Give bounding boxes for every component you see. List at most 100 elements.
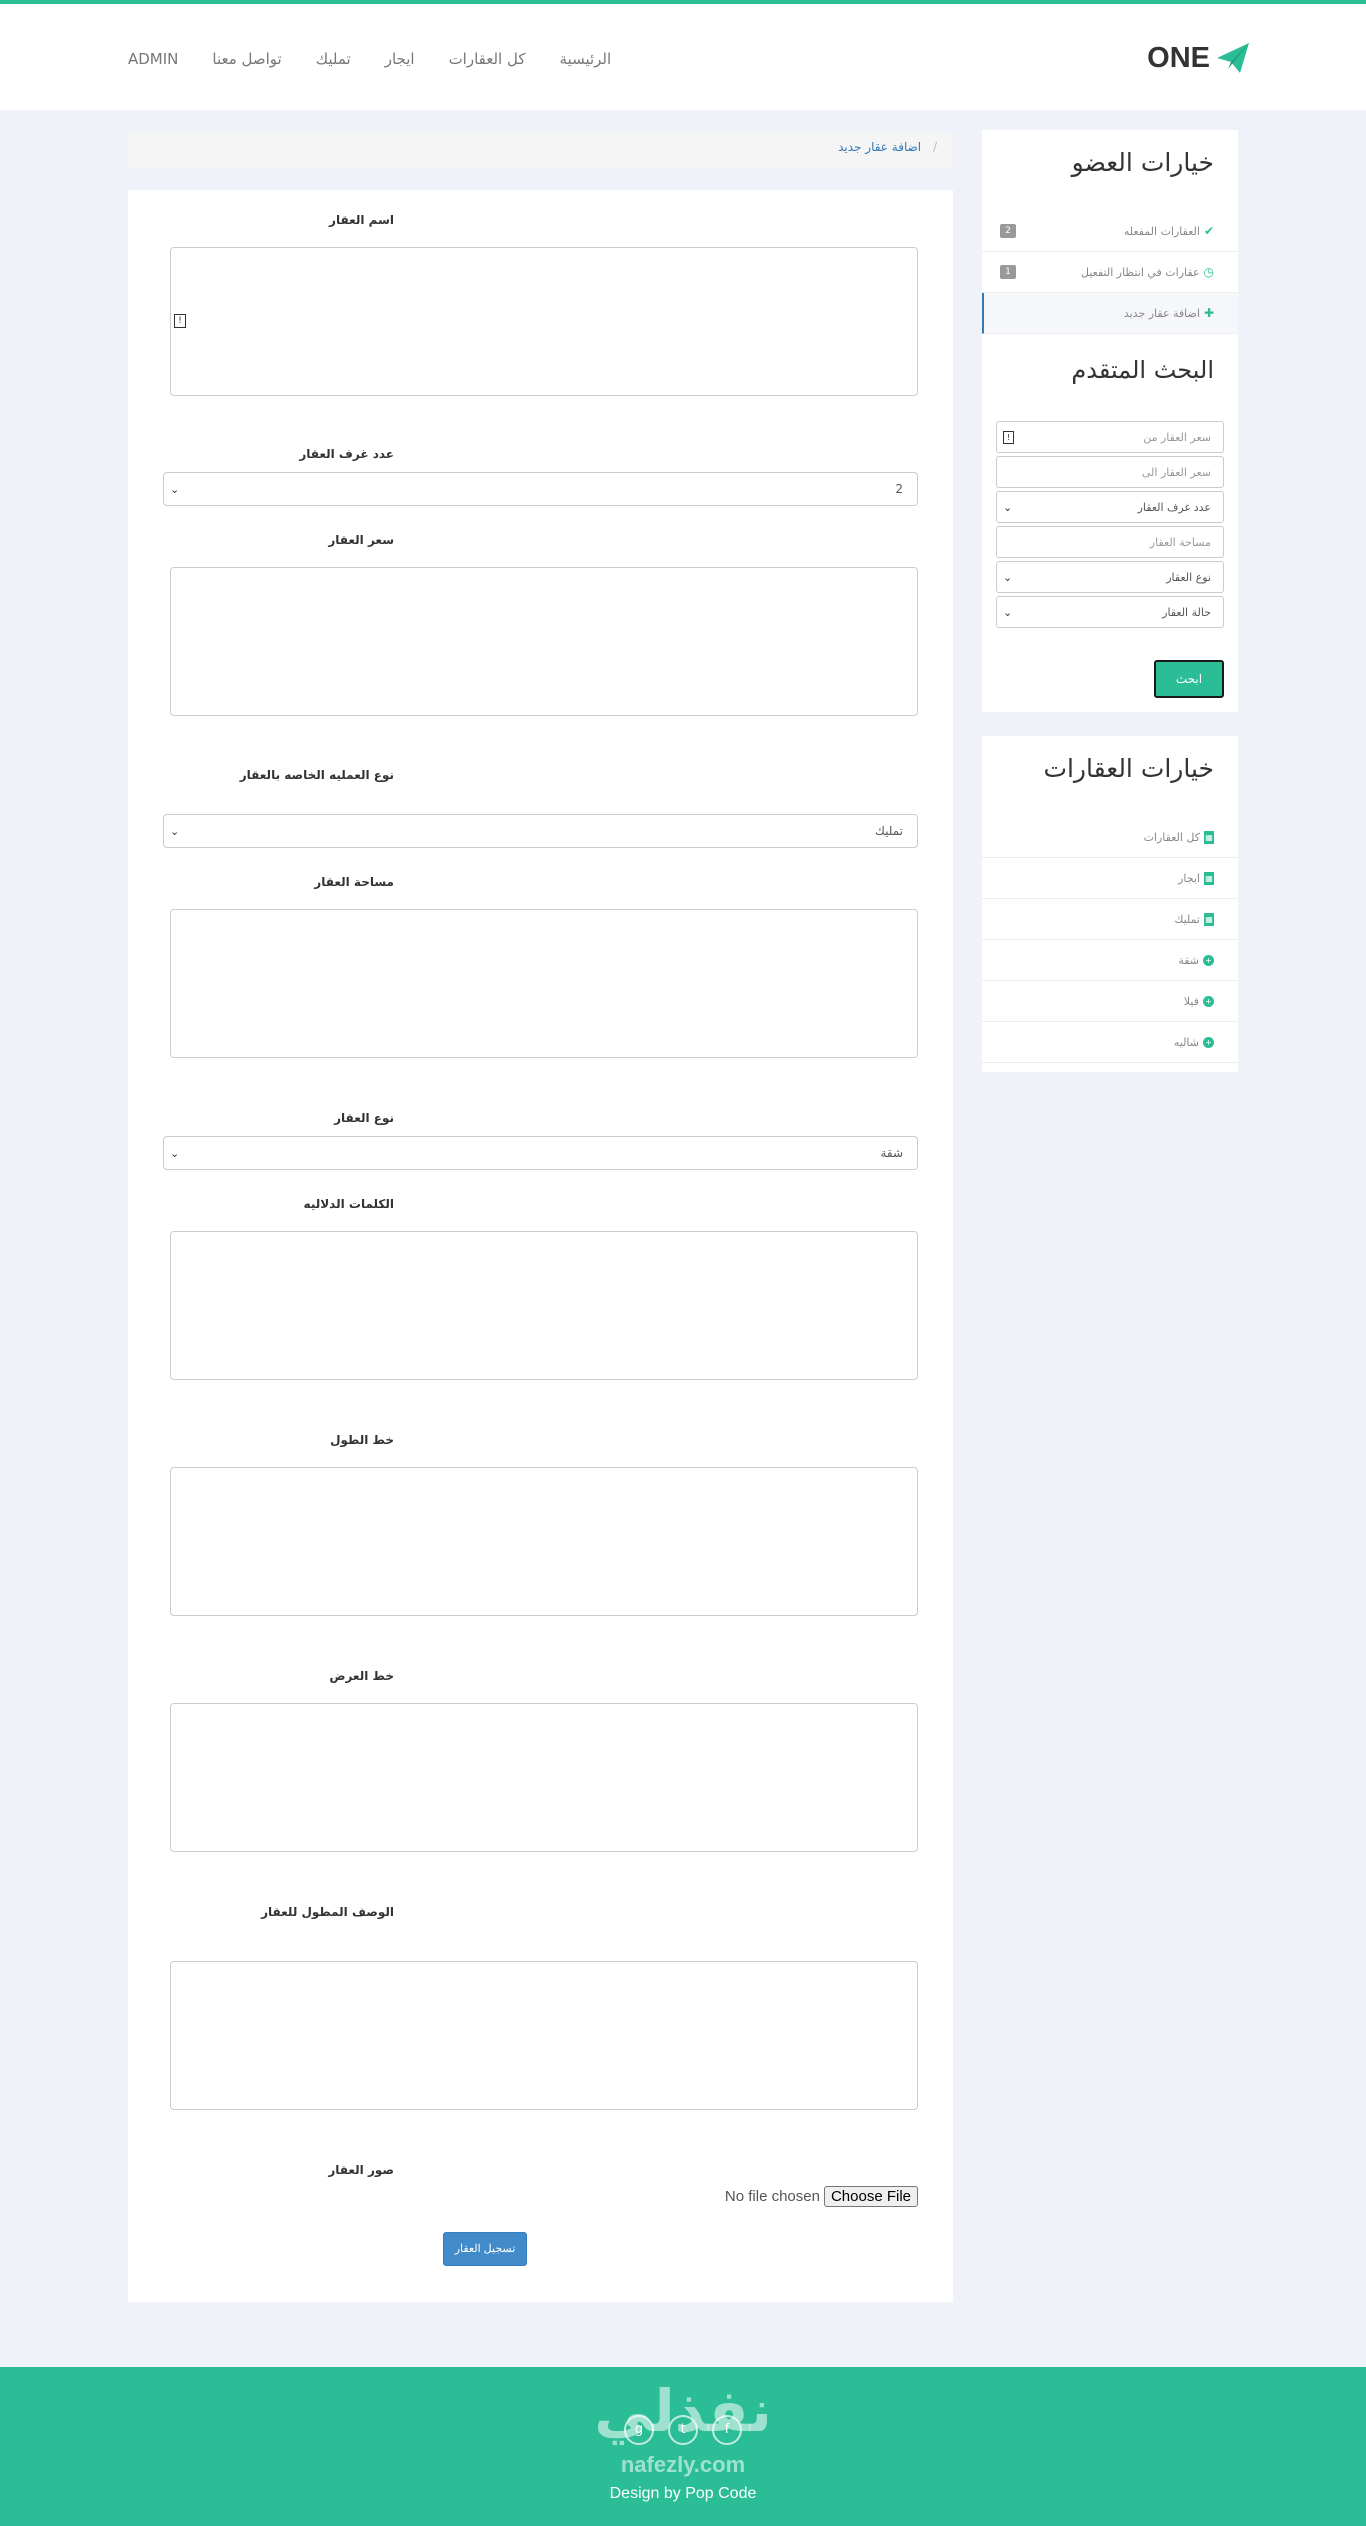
nav-home[interactable]: الرئيسية: [560, 50, 612, 68]
price-input[interactable]: [170, 567, 918, 716]
member-options-title: خيارات العضو: [1071, 148, 1214, 177]
search-status-select[interactable]: ⌄ حالة العقار: [996, 596, 1224, 628]
top-navbar: ONE ADMIN تواصل معنا تمليك ايجار كل العق…: [0, 0, 1366, 110]
area-input[interactable]: [170, 909, 918, 1058]
chevron-down-icon: ⌄: [170, 824, 180, 838]
search-area-placeholder: مساحة العقار: [1149, 535, 1211, 549]
sidebar-item-rent[interactable]: ▦ ايجار: [982, 858, 1238, 899]
property-name-input[interactable]: [170, 247, 918, 396]
sidebar-item-label: كل العقارات: [1143, 830, 1200, 844]
plus-circle-icon: +: [1203, 1036, 1214, 1048]
rooms-value: 2: [895, 482, 903, 496]
description-input[interactable]: [170, 1961, 918, 2110]
footer-credit: Design by Pop Code: [609, 2485, 757, 2502]
chevron-down-icon: ⌄: [1003, 605, 1013, 619]
latitude-input[interactable]: [170, 1703, 918, 1852]
chevron-down-icon: ⌄: [170, 482, 180, 496]
rooms-label: عدد غرف العقار: [299, 447, 394, 461]
search-type-select[interactable]: ⌄ نوع العقار: [996, 561, 1224, 593]
main-nav: ADMIN تواصل معنا تمليك ايجار كل العقارات…: [128, 44, 611, 74]
count-badge: 2: [1000, 224, 1016, 238]
site-logo[interactable]: ONE: [1147, 38, 1250, 78]
add-property-form: اسم العقار ! عدد غرف العقار ⌄ 2 سعر العق…: [128, 190, 953, 2302]
file-upload: No file chosen Choose File: [725, 2186, 918, 2207]
longitude-input[interactable]: [170, 1467, 918, 1616]
submit-property-button[interactable]: تسجيل العقار: [443, 2232, 527, 2266]
rooms-select[interactable]: ⌄ 2: [163, 472, 918, 506]
search-area-input[interactable]: مساحة العقار: [996, 526, 1224, 558]
price-label: سعر العقار: [328, 533, 394, 547]
watermark-english: nafezly.com: [620, 2452, 746, 2477]
sidebar-item-label: تمليك: [1174, 912, 1200, 926]
chevron-down-icon: ⌄: [1003, 570, 1013, 584]
price-to-input[interactable]: سعر العقار الى: [996, 456, 1224, 488]
search-rooms-value: عدد غرف العقار: [1137, 500, 1211, 514]
price-from-placeholder: سعر العقار من: [1143, 430, 1211, 444]
sidebar-item-label: اضافة عقار جديد: [1123, 306, 1200, 320]
longitude-label: خط الطول: [330, 1433, 394, 1447]
sidebar-item-label: ايجار: [1178, 871, 1200, 885]
property-type-label: نوع العقار: [334, 1111, 394, 1125]
sidebar-item-label: شاليه: [1173, 1035, 1199, 1049]
breadcrumb-current[interactable]: اضافة عقار جديد: [838, 140, 921, 154]
price-from-input[interactable]: ! سعر العقار من: [996, 421, 1224, 453]
logo-text: ONE: [1147, 41, 1210, 74]
check-icon: ✔: [1203, 224, 1214, 238]
operation-type-label: نوع العمليه الخاصه بالعقار: [239, 768, 394, 782]
choose-file-button[interactable]: Choose File: [823, 2186, 918, 2207]
plus-icon: ✚: [1203, 306, 1214, 320]
latitude-label: خط العرض: [329, 1669, 394, 1683]
social-links: g t f: [0, 2415, 1366, 2445]
sidebar-item-label: عقارات في انتظار التفعيل: [1081, 265, 1200, 279]
nav-ownership[interactable]: تمليك: [316, 50, 351, 68]
twitter-icon[interactable]: t: [668, 2415, 698, 2445]
images-label: صور العقار: [328, 2163, 394, 2177]
nav-all-properties[interactable]: كل العقارات: [449, 50, 526, 68]
plus-circle-icon: +: [1203, 954, 1214, 966]
sidebar-item-active-properties[interactable]: ✔ العقارات المفعله 2: [982, 211, 1238, 252]
search-button[interactable]: ابحث: [1154, 660, 1224, 698]
search-status-value: حالة العقار: [1162, 605, 1211, 619]
building-icon: ▦: [1204, 871, 1214, 885]
nav-admin[interactable]: ADMIN: [128, 50, 178, 68]
resize-handle-icon: !: [174, 314, 186, 328]
sidebar-item-villa[interactable]: + فيلا: [982, 981, 1238, 1022]
count-badge: 1: [1000, 265, 1016, 279]
footer: نفذلي g t f nafezly.com Design by Pop Co…: [0, 2367, 1366, 2526]
nav-contact[interactable]: تواصل معنا: [212, 50, 281, 68]
property-options-title: خيارات العقارات: [1043, 754, 1214, 783]
sidebar-item-pending-properties[interactable]: ◷ عقارات في انتظار التفعيل 1: [982, 252, 1238, 293]
no-file-text: No file chosen: [724, 2188, 820, 2205]
sidebar-item-chalet[interactable]: + شاليه: [982, 1022, 1238, 1063]
advanced-search-title: البحث المتقدم: [1071, 356, 1214, 384]
property-type-select[interactable]: ⌄ شقة: [163, 1136, 918, 1170]
operation-type-select[interactable]: ⌄ تمليك: [163, 814, 918, 848]
member-options-panel: خيارات العضو ✔ العقارات المفعله 2 ◷ عقار…: [982, 130, 1238, 712]
property-options-panel: خيارات العقارات ▦ كل العقارات ▦ ايجار ▦ …: [982, 736, 1238, 1072]
building-icon: ▦: [1204, 912, 1214, 926]
property-type-value: شقة: [880, 1146, 903, 1160]
area-label: مساحة العقار: [314, 875, 394, 889]
operation-type-value: تمليك: [875, 824, 903, 838]
google-plus-icon[interactable]: g: [624, 2415, 654, 2445]
sidebar-item-ownership[interactable]: ▦ تمليك: [982, 899, 1238, 940]
facebook-icon[interactable]: f: [712, 2415, 742, 2445]
keywords-input[interactable]: [170, 1231, 918, 1380]
paper-plane-icon: [1217, 43, 1249, 73]
sidebar-item-label: فيلا: [1183, 994, 1199, 1008]
chevron-down-icon: ⌄: [1003, 500, 1013, 514]
clock-icon: ◷: [1203, 265, 1214, 279]
sidebar-item-label: شقة: [1178, 953, 1199, 967]
sidebar-item-apartment[interactable]: + شقة: [982, 940, 1238, 981]
sidebar-item-all-properties[interactable]: ▦ كل العقارات: [982, 817, 1238, 858]
breadcrumb: / اضافة عقار جديد: [128, 132, 953, 168]
nav-rent[interactable]: ايجار: [385, 50, 415, 68]
breadcrumb-separator: /: [932, 140, 937, 154]
search-rooms-select[interactable]: ⌄ عدد غرف العقار: [996, 491, 1224, 523]
description-label: الوصف المطول للعقار: [261, 1905, 394, 1919]
plus-circle-icon: +: [1203, 995, 1214, 1007]
price-to-placeholder: سعر العقار الى: [1141, 465, 1211, 479]
keywords-label: الكلمات الدلاليه: [303, 1197, 394, 1211]
sidebar-item-add-property[interactable]: ✚ اضافة عقار جديد: [982, 293, 1238, 334]
building-icon: ▦: [1204, 830, 1214, 844]
